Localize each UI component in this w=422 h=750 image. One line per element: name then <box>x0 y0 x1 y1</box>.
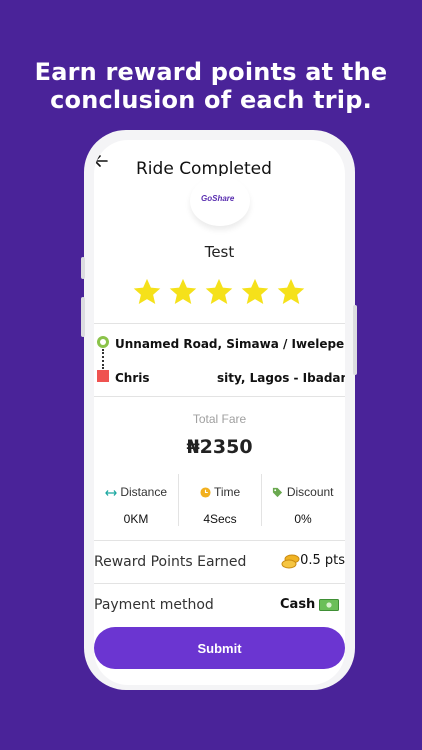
route-connector <box>102 349 104 369</box>
star-icon[interactable] <box>132 277 162 307</box>
app-header: Ride Completed <box>94 140 345 180</box>
driver-name: Test <box>204 243 235 261</box>
discount-label: Discount <box>286 485 334 499</box>
total-fare-label: Total Fare <box>192 412 247 426</box>
arrow-left-icon[interactable] <box>94 154 108 168</box>
reward-points-label: Reward Points Earned <box>94 554 247 570</box>
divider <box>94 396 345 397</box>
time-stat: Time 4Secs <box>178 485 262 526</box>
star-icon[interactable] <box>204 277 234 307</box>
distance-label: Distance <box>120 485 168 499</box>
promo-headline: Earn reward points at the conclusion of … <box>0 58 422 114</box>
distance-stat: Distance 0KM <box>94 485 178 526</box>
discount-stat: Discount 0% <box>261 485 345 526</box>
star-icon[interactable] <box>240 277 270 307</box>
logo-text: GoShare <box>201 194 235 203</box>
coins-icon <box>281 554 300 569</box>
time-value: 4Secs <box>203 512 237 526</box>
pickup-address: Unnamed Road, Simawa / Iwelepe 1101... <box>115 337 345 351</box>
page-title: Ride Completed <box>136 159 272 179</box>
payment-method-label: Payment method <box>94 597 214 613</box>
divider <box>94 323 345 324</box>
promo-headline-line2: conclusion of each trip. <box>50 86 372 114</box>
discount-value: 0% <box>294 512 312 526</box>
driver-logo: GoShare <box>190 176 250 226</box>
divider <box>94 583 345 584</box>
phone-volume-button <box>81 297 85 337</box>
submit-button[interactable]: Submit <box>94 627 345 669</box>
cash-icon <box>319 599 339 611</box>
promo-headline-line1: Earn reward points at the <box>34 58 388 86</box>
total-fare-value: ₦2350 <box>186 436 253 458</box>
arrows-horizontal-icon <box>105 489 117 496</box>
time-label: Time <box>213 485 241 499</box>
app-screen: Ride Completed GoShare Test Unnamed Road… <box>94 140 345 685</box>
reward-points-value: 0.5 pts <box>300 553 345 568</box>
star-icon[interactable] <box>276 277 306 307</box>
tag-icon <box>273 488 283 498</box>
dropoff-address-start: Chris <box>115 371 150 385</box>
dropoff-marker-icon <box>97 370 109 382</box>
clock-icon <box>200 487 211 498</box>
pickup-marker-icon <box>97 336 109 348</box>
divider <box>94 540 345 541</box>
rating-stars[interactable] <box>132 277 312 309</box>
dropoff-address-end: sity, Lagos - Ibadan ... <box>217 371 345 385</box>
distance-value: 0KM <box>123 512 149 526</box>
star-icon[interactable] <box>168 277 198 307</box>
payment-method-value: Cash <box>280 597 316 612</box>
phone-volume-button <box>81 257 85 279</box>
phone-power-button <box>353 305 357 375</box>
